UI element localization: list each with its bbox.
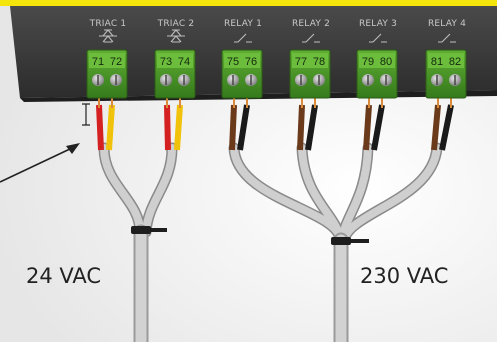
voltage-label-230vac: 230 VAC	[360, 264, 449, 288]
wiring-svg: TRIAC 1 TRIAC 2 RELAY 1 RELAY 2 RELAY 3 …	[0, 0, 497, 342]
output-label-relay-4: RELAY 4	[428, 19, 466, 29]
terminal-block-triac-2: 73 74	[154, 49, 196, 99]
terminal-number: 75	[227, 56, 239, 68]
terminal-number: 79	[362, 56, 374, 68]
terminal-number: 81	[431, 56, 443, 68]
output-label-triac-1: TRIAC 1	[89, 19, 127, 29]
terminal-number: 82	[449, 56, 461, 68]
terminal-number: 80	[380, 56, 392, 68]
voltage-label-24vac: 24 VAC	[26, 264, 102, 288]
cable-tie-24vac	[131, 226, 151, 234]
cable-tie-230vac	[331, 237, 351, 245]
output-label-relay-1: RELAY 1	[224, 19, 262, 29]
wiring-illustration: TRIAC 1 TRIAC 2 RELAY 1 RELAY 2 RELAY 3 …	[0, 0, 497, 342]
housing-yellow-trim	[0, 0, 497, 6]
terminal-number: 76	[245, 56, 257, 68]
terminal-number: 78	[313, 56, 325, 68]
terminal-block-relay-2: 77 78	[289, 49, 331, 99]
terminal-number: 73	[160, 56, 172, 68]
output-label-triac-2: TRIAC 2	[157, 19, 195, 29]
output-label-relay-2: RELAY 2	[292, 19, 330, 29]
terminal-block-relay-4: 81 82	[425, 49, 467, 99]
terminal-number: 74	[178, 56, 190, 68]
terminal-block-relay-1: 75 76	[221, 49, 263, 99]
output-label-relay-3: RELAY 3	[359, 19, 397, 29]
terminal-number: 72	[110, 56, 122, 68]
terminal-number: 77	[295, 56, 307, 68]
terminal-block-triac-1: 71 72	[86, 49, 128, 99]
terminal-block-relay-3: 79 80	[356, 49, 398, 99]
terminal-number: 71	[92, 56, 104, 68]
